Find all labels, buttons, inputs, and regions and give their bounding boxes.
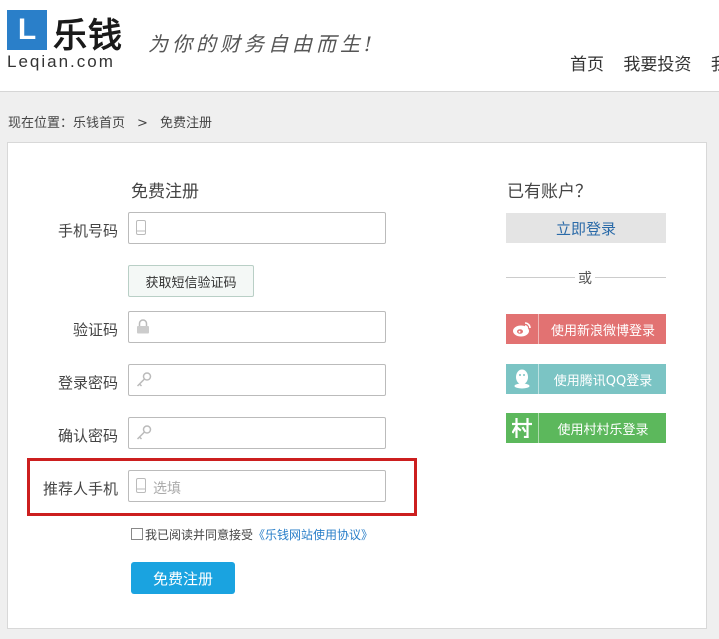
breadcrumb-home-link[interactable]: 乐钱首页 (73, 116, 125, 131)
register-panel: 免费注册 手机号码 获取短信验证码 验证码 登录密码 确认密码 推荐人手机 选填… (7, 142, 707, 629)
phone-input[interactable] (128, 212, 386, 244)
cunyue-login-button[interactable]: 使用村村乐登录 (506, 413, 666, 443)
breadcrumb-prefix: 现在位置： (8, 116, 74, 131)
weibo-icon (506, 314, 538, 344)
referrer-phone-input[interactable]: 选填 (128, 470, 386, 502)
weibo-login-label: 使用新浪微博登录 (538, 314, 667, 344)
lock-icon (137, 319, 149, 334)
breadcrumb-current: 免费注册 (159, 116, 212, 131)
agreement-row: 我已阅读并同意接受《乐钱网站使用协议》 (131, 526, 373, 543)
nav-item-home[interactable]: 首页 (570, 55, 604, 75)
nav-item-invest[interactable]: 我要投资 (623, 55, 691, 75)
qq-login-label: 使用腾讯QQ登录 (538, 364, 667, 394)
register-button[interactable]: 免费注册 (131, 562, 235, 594)
password-input[interactable] (128, 364, 386, 396)
cunyue-login-label: 使用村村乐登录 (538, 413, 667, 443)
referrer-label: 推荐人手机 (42, 480, 118, 498)
phone-icon (136, 478, 146, 493)
weibo-login-button[interactable]: 使用新浪微博登录 (506, 314, 666, 344)
key-icon (136, 372, 152, 387)
breadcrumb-separator: > (137, 116, 148, 131)
phone-icon (136, 220, 146, 235)
referrer-placeholder: 选填 (153, 481, 181, 497)
site-header: L 乐钱 Leqian.com 为你的财务自由而生! 首页 我要投资 我 (0, 0, 719, 92)
breadcrumb: 现在位置：乐钱首页 > 免费注册 (8, 112, 212, 131)
logo-domain: Leqian.com (7, 52, 115, 71)
qq-login-button[interactable]: 使用腾讯QQ登录 (506, 364, 666, 394)
code-label: 验证码 (72, 321, 118, 339)
key-icon (136, 425, 152, 440)
slogan: 为你的财务自由而生! (148, 32, 377, 56)
agree-text: 我已阅读并同意接受 (145, 528, 254, 542)
agree-checkbox[interactable] (131, 528, 143, 540)
confirm-password-label: 确认密码 (57, 427, 118, 445)
qq-icon (506, 364, 538, 394)
get-sms-code-button[interactable]: 获取短信验证码 (128, 265, 254, 297)
agreement-link[interactable]: 《乐钱网站使用协议》 (253, 528, 373, 542)
verification-code-input[interactable] (128, 311, 386, 343)
form-title: 免费注册 (131, 182, 199, 202)
login-side-title: 已有账户？ (507, 182, 592, 202)
login-button[interactable]: 立即登录 (506, 213, 666, 243)
cunyue-icon (506, 413, 538, 443)
confirm-password-input[interactable] (128, 417, 386, 449)
password-label: 登录密码 (57, 374, 118, 392)
logo-name[interactable]: 乐钱 (53, 8, 123, 57)
or-text: 或 (575, 268, 595, 288)
logo-icon[interactable]: L (7, 10, 47, 50)
nav-item-more[interactable]: 我 (711, 55, 719, 75)
phone-label: 手机号码 (57, 222, 118, 240)
main-nav: 首页 我要投资 我 (570, 50, 719, 75)
